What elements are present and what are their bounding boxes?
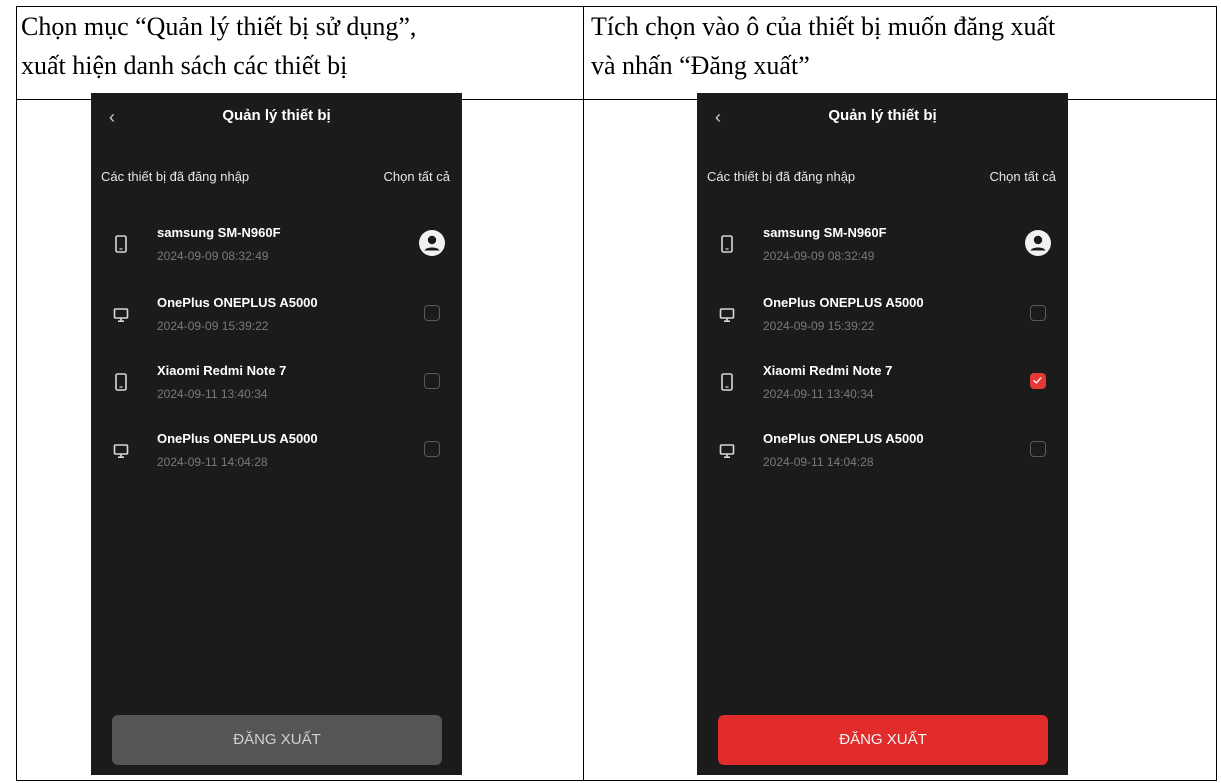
device-row[interactable]: OnePlus ONEPLUS A5000 2024-09-11 14:04:2… [91, 426, 462, 476]
caption-step-2: Tích chọn vào ô của thiết bị muốn đăng x… [591, 7, 1211, 85]
caption-step-1: Chọn mục “Quản lý thiết bị sử dụng”, xuấ… [21, 7, 579, 85]
column-divider [583, 7, 584, 780]
screen-title: Quản lý thiết bị [828, 107, 937, 124]
device-row[interactable]: Xiaomi Redmi Note 7 2024-09-11 13:40:34 [91, 358, 462, 408]
device-checkbox[interactable] [1030, 441, 1046, 457]
phone-icon [115, 235, 127, 253]
device-checkbox[interactable] [424, 305, 440, 321]
caption-line: và nhấn “Đăng xuất” [591, 51, 810, 80]
section-label: Các thiết bị đã đăng nhập [707, 169, 856, 184]
monitor-icon [113, 308, 129, 323]
device-name: Xiaomi Redmi Note 7 [157, 363, 287, 378]
device-login-time: 2024-09-11 13:40:34 [763, 387, 874, 401]
current-user-icon [419, 230, 445, 256]
caption-line: Chọn mục “Quản lý thiết bị sử dụng”, [21, 12, 417, 41]
device-login-time: 2024-09-11 13:40:34 [157, 387, 268, 401]
phone-icon [115, 373, 127, 391]
caption-line: Tích chọn vào ô của thiết bị muốn đăng x… [591, 12, 1056, 41]
current-user-icon [1025, 230, 1051, 256]
phone-icon [721, 373, 733, 391]
select-all-button[interactable]: Chọn tất cả [990, 169, 1057, 184]
device-login-time: 2024-09-11 14:04:28 [157, 455, 268, 469]
phone-screen-device-selected: ‹ Quản lý thiết bị Các thiết bị đã đăng … [697, 93, 1068, 775]
caption-line: xuất hiện danh sách các thiết bị [21, 51, 348, 80]
select-all-button[interactable]: Chọn tất cả [384, 169, 451, 184]
device-login-time: 2024-09-09 15:39:22 [157, 319, 269, 333]
logout-button[interactable]: ĐĂNG XUẤT [112, 715, 442, 765]
device-name: Xiaomi Redmi Note 7 [763, 363, 893, 378]
device-login-time: 2024-09-09 15:39:22 [763, 319, 875, 333]
screen-title: Quản lý thiết bị [222, 107, 331, 124]
device-row[interactable]: OnePlus ONEPLUS A5000 2024-09-09 15:39:2… [91, 290, 462, 340]
monitor-icon [719, 308, 735, 323]
device-name: samsung SM-N960F [157, 225, 281, 240]
device-name: samsung SM-N960F [763, 225, 887, 240]
phone-screen-device-list: ‹ Quản lý thiết bị Các thiết bị đã đăng … [91, 93, 462, 775]
device-name: OnePlus ONEPLUS A5000 [157, 431, 318, 446]
device-row[interactable]: Xiaomi Redmi Note 7 2024-09-11 13:40:34 [697, 358, 1068, 408]
device-login-time: 2024-09-09 08:32:49 [157, 249, 269, 263]
logout-button[interactable]: ĐĂNG XUẤT [718, 715, 1048, 765]
monitor-icon [719, 444, 735, 459]
device-checkbox[interactable] [424, 373, 440, 389]
device-row[interactable]: OnePlus ONEPLUS A5000 2024-09-09 15:39:2… [697, 290, 1068, 340]
phone-icon [721, 235, 733, 253]
device-checkbox-checked[interactable] [1030, 373, 1046, 389]
section-label: Các thiết bị đã đăng nhập [101, 169, 250, 184]
device-row[interactable]: OnePlus ONEPLUS A5000 2024-09-11 14:04:2… [697, 426, 1068, 476]
device-name: OnePlus ONEPLUS A5000 [157, 295, 318, 310]
device-login-time: 2024-09-09 08:32:49 [763, 249, 875, 263]
checkmark-icon [1033, 377, 1042, 384]
device-checkbox[interactable] [1030, 305, 1046, 321]
device-row[interactable]: samsung SM-N960F 2024-09-09 08:32:49 [91, 220, 462, 270]
device-row[interactable]: samsung SM-N960F 2024-09-09 08:32:49 [697, 220, 1068, 270]
monitor-icon [113, 444, 129, 459]
device-login-time: 2024-09-11 14:04:28 [763, 455, 874, 469]
device-name: OnePlus ONEPLUS A5000 [763, 431, 924, 446]
device-name: OnePlus ONEPLUS A5000 [763, 295, 924, 310]
device-checkbox[interactable] [424, 441, 440, 457]
